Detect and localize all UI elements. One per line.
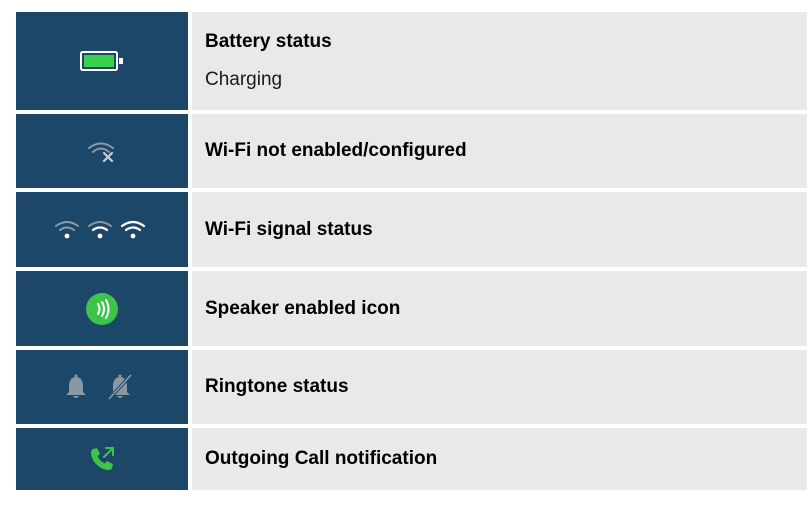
legend-icon-cell	[16, 114, 188, 188]
legend-icon-cell	[16, 428, 188, 490]
legend-description-cell: Ringtone status	[192, 350, 807, 424]
legend-title: Wi-Fi signal status	[205, 218, 373, 240]
legend-description-cell: Wi-Fi not enabled/configured	[192, 114, 807, 188]
legend-title: Speaker enabled icon	[205, 297, 401, 319]
legend-icon-cell	[16, 192, 188, 267]
wifi-signal-weak-icon	[55, 220, 79, 238]
speaker-enabled-icon	[86, 292, 118, 325]
legend-row-battery: Battery status Charging	[16, 12, 807, 110]
legend-row-wifi-signal: Wi-Fi signal status	[16, 192, 807, 267]
ringtone-bell-icon	[66, 374, 133, 400]
wifi-signal-strong-icon	[120, 220, 146, 238]
legend-row-outgoing-call: Outgoing Call notification	[16, 428, 807, 490]
legend-title: Battery status	[205, 31, 332, 52]
battery-charging-icon	[80, 51, 123, 71]
outgoing-call-icon	[91, 447, 114, 470]
bell-on-icon	[66, 374, 86, 398]
legend-description-cell: Wi-Fi signal status	[192, 192, 807, 267]
legend-title: Ringtone status	[205, 376, 349, 397]
legend-row-speaker: Speaker enabled icon	[16, 271, 807, 346]
bell-muted-icon	[107, 374, 133, 400]
legend-icon-cell	[16, 271, 188, 346]
legend-title: Wi-Fi not enabled/configured	[205, 140, 467, 161]
status-icon-legend-table: Battery status Charging Wi-Fi not enable…	[16, 12, 807, 490]
legend-subtitle: Charging	[205, 69, 283, 90]
legend-icon-cell	[16, 12, 188, 110]
legend-description-cell: Battery status Charging	[192, 12, 807, 110]
legend-icon-cell	[16, 350, 188, 424]
legend-description-cell: Outgoing Call notification	[192, 428, 807, 490]
wifi-signal-levels-icon	[55, 220, 146, 238]
legend-description-cell: Speaker enabled icon	[192, 271, 807, 346]
wifi-signal-medium-icon	[88, 220, 112, 238]
legend-row-wifi-disabled: Wi-Fi not enabled/configured	[16, 114, 807, 188]
wifi-disabled-icon	[88, 142, 114, 162]
legend-title: Outgoing Call notification	[205, 448, 438, 469]
legend-row-ringtone: Ringtone status	[16, 350, 807, 424]
